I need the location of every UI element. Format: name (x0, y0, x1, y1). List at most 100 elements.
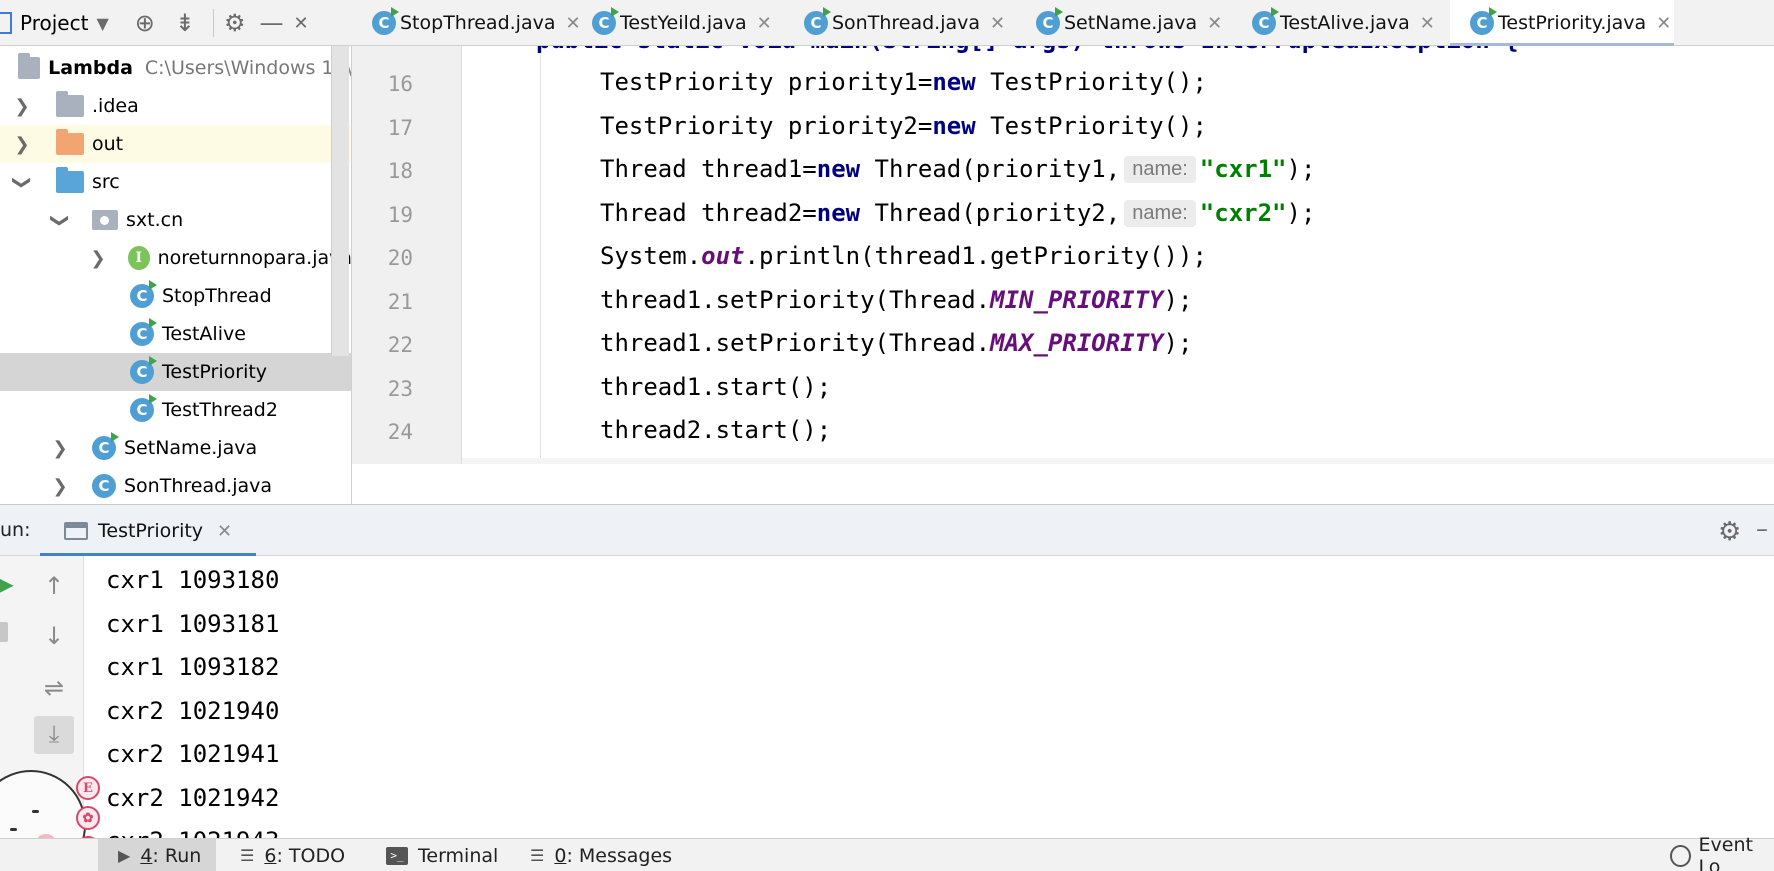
tree-item-label: src (92, 171, 120, 193)
scroll-to-end-icon[interactable]: ⤓ (34, 716, 74, 754)
soft-wrap-icon[interactable]: ⇌ (36, 674, 72, 702)
chevron-down-icon[interactable]: ❯ (50, 210, 71, 230)
stop-icon[interactable] (0, 622, 8, 642)
parameter-hint: name: (1124, 156, 1196, 183)
hide-icon[interactable]: — (259, 9, 283, 37)
tree-item-setname[interactable]: ❯ C SetName.java (0, 429, 351, 467)
root-name: Lambda (48, 57, 133, 79)
collapse-icon[interactable]: ⇟ (175, 9, 195, 37)
tab-label: SetName.java (1064, 12, 1198, 34)
chevron-right-icon[interactable]: ❯ (50, 438, 70, 459)
rerun-icon[interactable]: ▶ (0, 572, 24, 596)
output-line: cxr2 1021943 (106, 827, 279, 838)
console-output[interactable]: cxr1 1093180 cxr1 1093181 cxr1 1093182 c… (84, 556, 1774, 838)
tab-testalive[interactable]: C TestAlive.java ✕ (1232, 0, 1450, 46)
tree-item-src[interactable]: ❯ src (0, 163, 351, 201)
code-editor[interactable]: 16 17 18 19 20 21 22 23 24 public static… (352, 46, 1774, 464)
class-icon: C (130, 394, 157, 422)
line-number: 18 (387, 159, 413, 183)
class-icon: C (92, 432, 119, 460)
tree-root[interactable]: Lambda C:\Users\Windows 10\ (0, 49, 352, 87)
tab-testyeild[interactable]: C TestYeild.java ✕ (572, 0, 784, 46)
gear-icon[interactable]: ⚙ (224, 9, 246, 37)
root-path: C:\Users\Windows 10\ (144, 57, 352, 79)
static-field-token: out (701, 242, 745, 270)
tool-label: Terminal (418, 844, 499, 867)
tool-label: Event Lo (1698, 833, 1753, 871)
output-line: cxr2 1021941 (106, 740, 280, 768)
tree-item-idea[interactable]: ❯ .idea (0, 87, 351, 125)
run-tab-testpriority[interactable]: TestPriority ✕ (40, 505, 256, 557)
class-icon: C (92, 474, 116, 498)
code-line-16: TestPriority priority1=new TestPriority(… (600, 68, 1207, 96)
gear-icon[interactable]: ⚙ (1718, 517, 1741, 547)
tab-sonthread[interactable]: C SonThread.java ✕ (784, 0, 1016, 46)
project-tree: Lambda C:\Users\Windows 10\ ❯ .idea ❯ ou… (0, 46, 352, 504)
output-line: cxr1 1093181 (106, 610, 280, 638)
line-number: 17 (387, 116, 413, 140)
chevron-right-icon[interactable]: ❯ (12, 134, 32, 155)
tree-item-label: SetName.java (124, 437, 258, 459)
close-icon[interactable]: ✕ (217, 521, 232, 542)
event-log-button[interactable]: Event Lo (1670, 834, 1774, 871)
close-icon[interactable]: ✕ (1420, 13, 1435, 34)
close-icon[interactable]: ✕ (293, 13, 308, 34)
divider (212, 9, 214, 37)
line-number: 24 (387, 420, 413, 444)
close-icon[interactable]: ✕ (1656, 13, 1671, 34)
arrow-down-icon[interactable]: ↓ (36, 622, 72, 650)
code-text: TestPriority(); (975, 112, 1207, 140)
chevron-right-icon[interactable]: ❯ (50, 476, 70, 497)
tree-item-stopthread[interactable]: C StopThread (0, 277, 351, 315)
project-panel-header: Project ▼ ⊕ ⇟ ⚙ — ✕ (0, 0, 352, 46)
tab-label: StopThread.java (400, 12, 556, 34)
code-line-partial: public static void main(String[] args) t… (536, 46, 1519, 54)
tree-item-testalive[interactable]: C TestAlive (0, 315, 351, 353)
todo-tool-button[interactable]: ☰ 6: TODO (240, 839, 345, 871)
code-line-20: System.out.println(thread1.getPriority()… (600, 242, 1207, 270)
sticker-bead-flower: ✿ (76, 806, 100, 830)
hide-icon[interactable]: – (1756, 515, 1768, 543)
tab-stopthread[interactable]: C StopThread.java ✕ (352, 0, 581, 46)
code-text: TestPriority priority1= (600, 68, 933, 96)
tree-item-package[interactable]: ❯ sxt.cn (0, 201, 351, 239)
chevron-down-icon[interactable]: ❯ (12, 172, 33, 192)
chevron-right-icon[interactable]: ❯ (88, 248, 108, 269)
project-view-selector[interactable]: Project (20, 11, 88, 35)
class-icon: C (1470, 7, 1497, 35)
run-tool-button[interactable]: ▶ 4: Run (98, 839, 216, 871)
class-icon: C (130, 318, 157, 346)
editor-horizontal-scrollbar[interactable] (462, 458, 1774, 464)
locate-icon[interactable]: ⊕ (135, 9, 155, 37)
line-number: 20 (387, 246, 413, 270)
terminal-tool-button[interactable]: >_ Terminal (386, 839, 498, 871)
sticker-bead: E (76, 776, 100, 800)
tree-item-label: sxt.cn (126, 209, 184, 231)
close-icon[interactable]: ✕ (1207, 13, 1222, 34)
tool-mnemonic: 4 (140, 844, 153, 867)
tree-item-testthread2[interactable]: C TestThread2 (0, 391, 351, 429)
chevron-right-icon[interactable]: ❯ (12, 96, 32, 117)
tree-scrollbar[interactable] (331, 46, 349, 356)
code-text: ); (1286, 199, 1316, 227)
tree-item-testpriority[interactable]: C TestPriority (0, 353, 351, 391)
tab-label: TestAlive.java (1280, 12, 1410, 34)
tree-item-label: out (92, 133, 124, 155)
run-window-label: un: (0, 519, 31, 541)
tab-setname[interactable]: C SetName.java ✕ (1016, 0, 1232, 46)
tool-mnemonic: 6 (264, 844, 277, 867)
tab-testpriority[interactable]: C TestPriority.java ✕ (1450, 0, 1674, 47)
close-icon[interactable]: ✕ (990, 13, 1005, 34)
tree-item-sonthread[interactable]: ❯ C SonThread.java (0, 467, 351, 504)
package-icon (92, 210, 118, 230)
dropdown-icon[interactable]: ▼ (96, 14, 108, 33)
tree-item-noreturnnopara[interactable]: ❯ I noreturnnopara.java (0, 239, 351, 277)
arrow-up-icon[interactable]: ↑ (36, 572, 72, 600)
messages-tool-button[interactable]: ☰ 0: Messages (530, 839, 672, 871)
code-text: ); (1163, 286, 1193, 314)
code-text: System. (600, 242, 702, 270)
tree-item-label: TestThread2 (162, 399, 278, 421)
close-icon[interactable]: ✕ (757, 13, 772, 34)
module-folder-icon (18, 53, 41, 79)
tree-item-out[interactable]: ❯ out (0, 125, 351, 163)
